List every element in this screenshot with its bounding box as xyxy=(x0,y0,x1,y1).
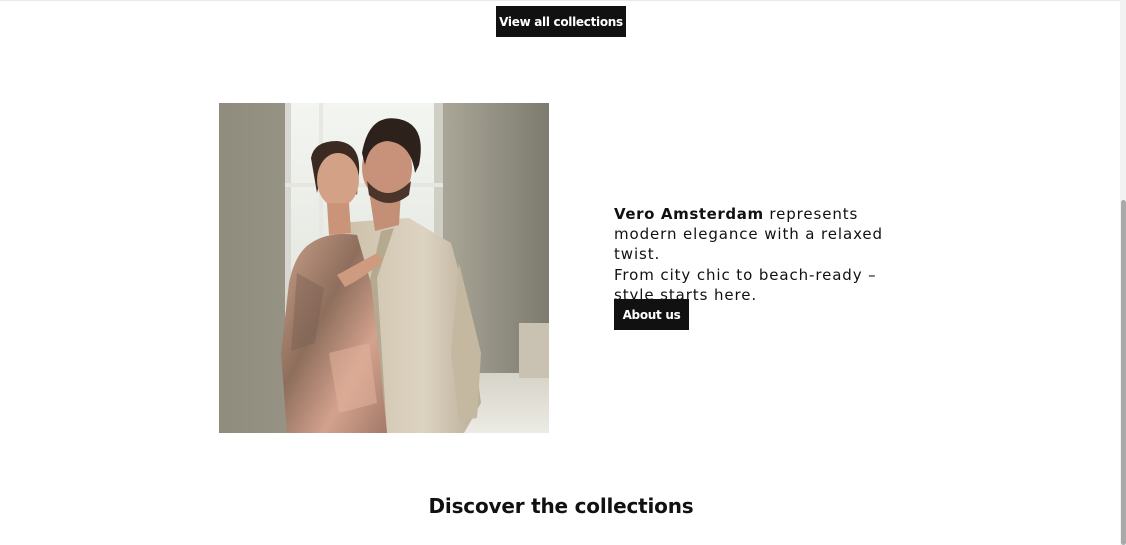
brand-intro-text: Vero Amsterdam represents modern eleganc… xyxy=(614,204,914,305)
discover-collections-heading: Discover the collections xyxy=(428,494,694,518)
view-all-collections-button[interactable]: View all collections xyxy=(496,6,626,37)
top-divider xyxy=(0,0,1120,1)
brand-name: Vero Amsterdam xyxy=(614,205,764,223)
couple-photo-illustration xyxy=(219,103,549,433)
page: View all collections Vero Amsterdam repr… xyxy=(0,0,1126,545)
about-us-button[interactable]: About us xyxy=(614,299,689,330)
scrollbar-thumb[interactable] xyxy=(1121,200,1126,545)
hero-photo xyxy=(219,103,549,433)
